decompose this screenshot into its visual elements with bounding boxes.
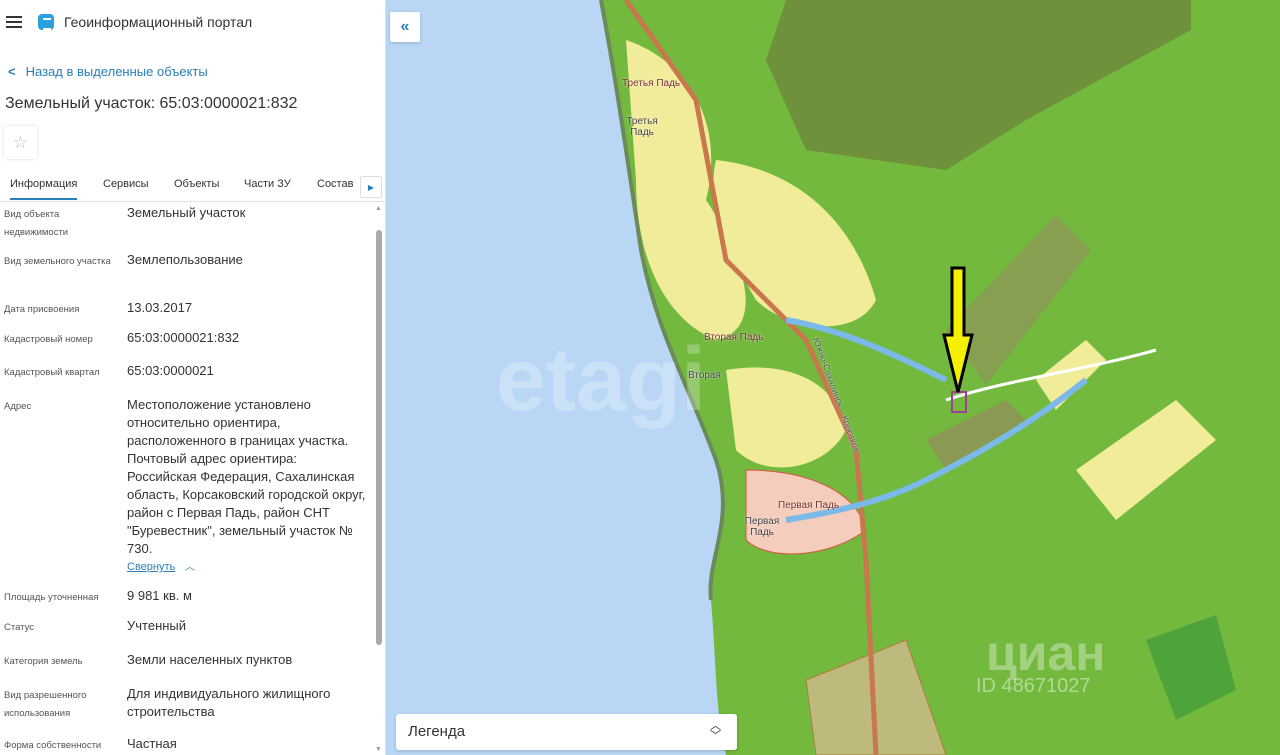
tab-services[interactable]: Сервисы (103, 178, 149, 190)
header: Геоинформационный портал (6, 14, 252, 30)
panel-scrollbar[interactable]: ▲ ▼ (375, 205, 383, 753)
watermark-etagi: etagi (496, 330, 706, 430)
watermark-id: ID 48671027 (976, 675, 1091, 697)
back-link-label: Назад в выделенные объекты (25, 64, 208, 79)
field-label: Дата присвоения (4, 304, 80, 315)
field-value: Учтенный (127, 618, 187, 633)
map-label: Третья Падь (622, 78, 681, 89)
settlement-area (745, 469, 867, 555)
field-value: Частная (127, 736, 177, 751)
field-value: 13.03.2017 (127, 300, 193, 315)
field-label: Кадастровый квартал (4, 367, 100, 378)
field-label: Вид разрешенного использования (4, 690, 87, 719)
field-value: Земли населенных пунктов (127, 652, 293, 667)
field-value: 65:03:0000021:832 (127, 330, 240, 345)
map-label: Вторая Падь (704, 332, 764, 343)
menu-icon[interactable] (6, 16, 22, 28)
chevron-left-icon: < (8, 64, 16, 79)
tab-scroll-right-button[interactable]: ▶ (360, 176, 382, 198)
map-label: Первая Падь (778, 500, 840, 511)
forest-parcel (766, 0, 1191, 170)
watermark-cian: циан (986, 625, 1105, 681)
field-value: Землепользование (127, 252, 243, 267)
chevron-up-icon: ︿ (184, 562, 195, 573)
field-label: Кадастровый номер (4, 334, 93, 345)
scroll-up-icon[interactable]: ▲ (375, 205, 382, 212)
forest-parcel (1146, 615, 1236, 720)
scrollbar-thumb[interactable] (376, 230, 382, 645)
map-label: Вторая (688, 370, 721, 381)
favorite-star-icon[interactable]: ☆ (4, 126, 37, 159)
field-value: 65:03:0000021 (127, 363, 214, 378)
field-value: Для индивидуального жилищного строительс… (127, 686, 331, 719)
field-label: Вид земельного участка (4, 256, 111, 267)
page-title: Земельный участок: 65:03:0000021:832 (5, 95, 298, 112)
field-label: Адрес (4, 401, 32, 412)
back-link[interactable]: < Назад в выделенные объекты (8, 64, 208, 79)
legend-dropdown[interactable]: Легенда ︿ ﹀ (396, 714, 737, 750)
map-label: Первая Падь (744, 516, 780, 538)
field-label: Статус (4, 622, 35, 633)
chevron-updown-icon: ︿ ﹀ (710, 720, 721, 742)
info-panel: Геоинформационный портал < Назад в выделе… (0, 0, 386, 755)
field-value: Местоположение установлено относительно … (127, 397, 366, 556)
map-label: Третья Падь (626, 116, 658, 138)
field-value: Земельный участок (127, 205, 246, 220)
map-canvas[interactable]: etagi циан ID 48671027 Третья Падь Треть… (386, 0, 1280, 755)
field-label: Вид объекта недвижимости (4, 209, 69, 238)
tab-info[interactable]: Информация (10, 178, 78, 200)
collapse-panel-button[interactable]: « (390, 12, 420, 42)
field-label: Категория земель (4, 656, 83, 667)
app-title: Геоинформационный портал (64, 14, 253, 30)
residential-area (1076, 400, 1216, 520)
field-value: 9 981 кв. м (127, 588, 192, 603)
tab-parts[interactable]: Части ЗУ (244, 178, 291, 190)
tab-bar: Информация Сервисы Объекты Части ЗУ Сост… (0, 172, 386, 202)
field-label: Форма собственности (4, 740, 102, 751)
tab-objects[interactable]: Объекты (174, 178, 219, 190)
legend-label: Легенда (408, 723, 466, 740)
collapse-link[interactable]: Свернуть (127, 561, 175, 573)
scroll-down-icon[interactable]: ▼ (375, 746, 382, 753)
portal-logo-icon (38, 14, 54, 30)
tab-composition[interactable]: Состав (317, 178, 353, 190)
field-label: Площадь уточненная (4, 592, 99, 603)
